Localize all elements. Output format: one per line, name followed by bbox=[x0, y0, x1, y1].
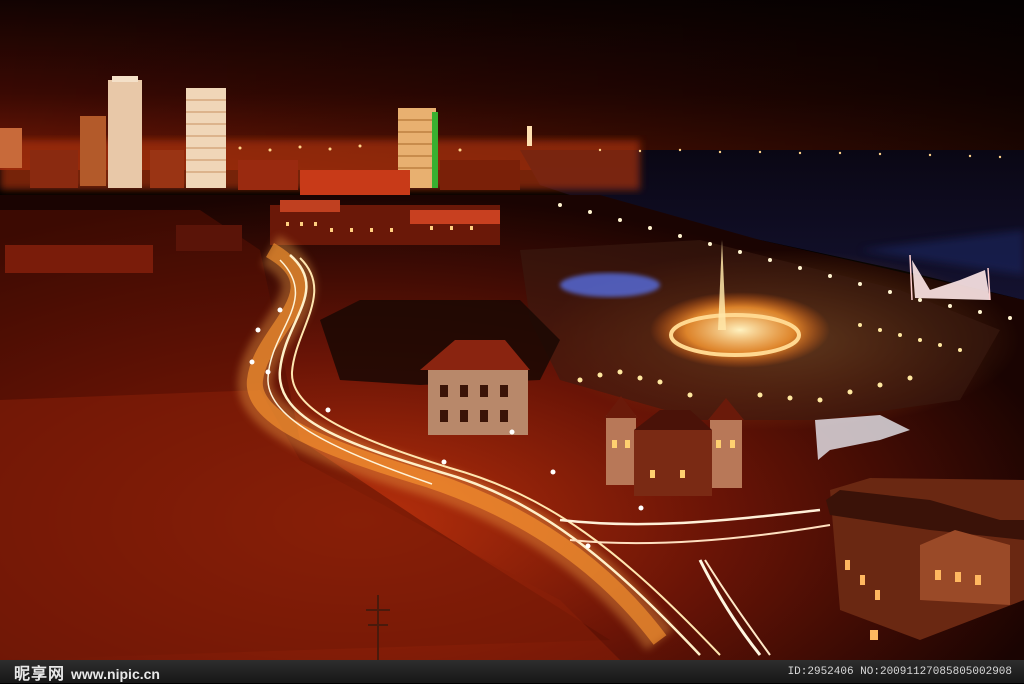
watermark: 昵享网 www.nipic.cn bbox=[14, 660, 160, 684]
image-id-label: ID:2952406 NO:20091127085805002908 bbox=[787, 665, 1012, 678]
watermark-url: www.nipic.cn bbox=[71, 665, 160, 682]
watermark-logo: 昵享网 bbox=[14, 663, 66, 683]
watermark-bar: 昵享网 www.nipic.cn ID:2952406 NO:200911270… bbox=[0, 660, 1024, 683]
historic-building-center bbox=[604, 396, 744, 496]
city-night-photo bbox=[0, 0, 1024, 660]
